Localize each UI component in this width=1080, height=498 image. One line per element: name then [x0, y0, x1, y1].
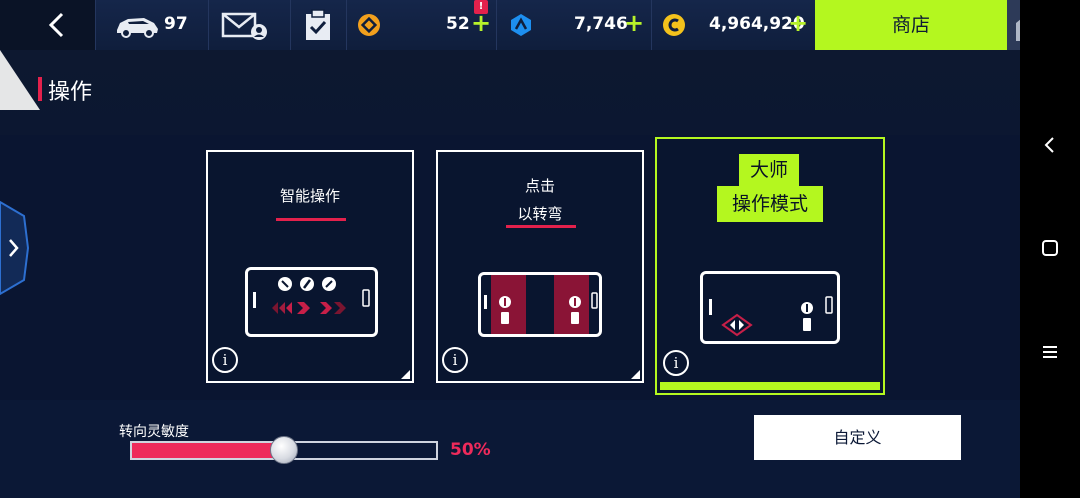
nav-back-button[interactable]: [1020, 133, 1080, 161]
card-label-line2: 操作模式: [717, 186, 823, 222]
card-label-underline: [276, 218, 346, 221]
nav-home-icon: [1042, 240, 1058, 256]
nav-menu-icon: [1043, 346, 1057, 358]
coins-add-button[interactable]: +: [788, 9, 808, 37]
control-card-master[interactable]: 大师 操作模式 i: [655, 137, 885, 395]
info-icon[interactable]: i: [663, 350, 689, 376]
garage-count[interactable]: 97: [95, 0, 208, 50]
credits-add-button[interactable]: +: [624, 9, 644, 37]
tasks-button[interactable]: [290, 0, 346, 50]
card-label-line2: 以转弯: [517, 205, 563, 223]
card-label: 智能操作: [279, 187, 340, 205]
back-arrow-icon: [48, 12, 64, 38]
nav-back-icon: [1044, 137, 1054, 153]
card-corner-decoration: [401, 370, 410, 379]
clipboard-check-icon: [306, 9, 330, 40]
card-label-underline: [506, 225, 576, 228]
mail-button[interactable]: [208, 0, 290, 50]
credits-counter[interactable]: 7,746 +: [496, 0, 651, 50]
top-bar: 97 52 + ! 7,746 + 4,964,920 + 商店: [0, 0, 1020, 50]
control-card-smart[interactable]: 智能操作 i: [206, 150, 414, 383]
sensitivity-value: 50%: [450, 440, 491, 460]
info-icon[interactable]: i: [442, 347, 468, 373]
card-corner-decoration: [631, 370, 640, 379]
home-icon: [1016, 19, 1020, 41]
sensitivity-fill: [132, 443, 284, 458]
phone-illustration: [245, 267, 378, 337]
car-icon: [117, 18, 158, 38]
coin-icon: [663, 14, 685, 36]
title-accent-bar: [38, 77, 42, 101]
coins-counter[interactable]: 4,964,920 +: [651, 0, 815, 50]
credits-value: 7,746: [574, 14, 628, 34]
sensitivity-slider-handle[interactable]: [270, 436, 298, 464]
tokens-alert-badge: !: [474, 0, 488, 14]
back-area: [0, 0, 95, 50]
selected-indicator-bar: [660, 382, 880, 390]
customize-button[interactable]: 自定义: [754, 415, 961, 460]
home-button[interactable]: [1007, 0, 1020, 50]
info-icon[interactable]: i: [212, 347, 238, 373]
mail-icon: [221, 12, 267, 40]
nav-home-button[interactable]: [1020, 238, 1080, 262]
game-screen: 97 52 + ! 7,746 + 4,964,920 + 商店 操作 智能操作…: [0, 0, 1020, 498]
drawer-chevron-icon: [0, 200, 30, 296]
credit-icon: [511, 14, 531, 36]
back-button[interactable]: [38, 8, 74, 42]
control-card-tap[interactable]: 点击 以转弯 i: [436, 150, 644, 383]
car-count: 97: [164, 14, 188, 34]
side-drawer-tab[interactable]: [0, 200, 30, 296]
shop-button[interactable]: 商店: [815, 0, 1007, 50]
card-label-line1: 点击: [524, 177, 555, 195]
system-nav-bar: [1020, 0, 1080, 498]
phone-illustration: [700, 271, 840, 344]
nav-menu-button[interactable]: [1020, 342, 1080, 366]
sensitivity-label: 转向灵敏度: [119, 424, 189, 440]
token-icon: [358, 14, 380, 36]
card-label-line1: 大师: [739, 154, 799, 186]
page-title: 操作: [48, 80, 93, 105]
title-strip: [0, 50, 1020, 135]
phone-illustration: [478, 272, 602, 337]
title-corner-decoration: [0, 50, 40, 110]
tokens-value: 52: [446, 14, 470, 34]
